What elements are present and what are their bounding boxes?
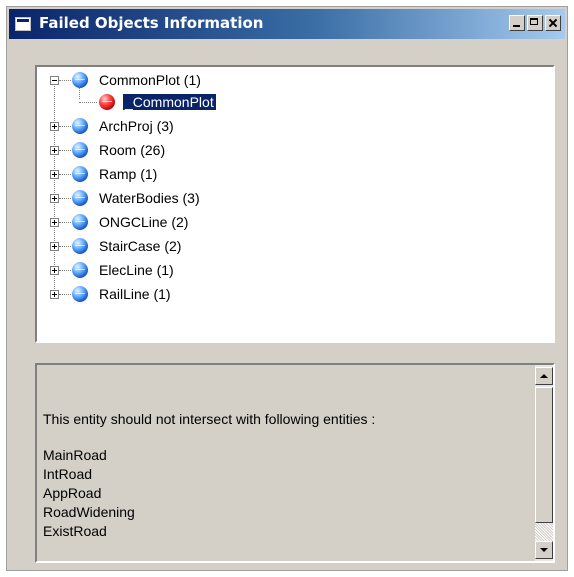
- maximize-button[interactable]: [527, 15, 543, 31]
- info-textarea[interactable]: This entity should not intersect with fo…: [35, 363, 555, 563]
- title-bar[interactable]: Failed Objects Information: [9, 9, 565, 39]
- tree-connector: [59, 198, 71, 199]
- tree-item-label: Room (26): [99, 142, 166, 158]
- tree-item-label: Ramp (1): [99, 166, 158, 182]
- tree-item-label: ElecLine (1): [99, 262, 174, 278]
- scroll-up-arrow-icon[interactable]: [535, 367, 553, 385]
- globe-icon: [72, 142, 88, 158]
- tree-connector: [59, 80, 71, 81]
- tree-item-label: StairCase (2): [99, 238, 182, 254]
- expand-toggle-icon[interactable]: [50, 266, 59, 275]
- entity-item: IntRoad: [43, 466, 93, 482]
- tree-connector: [59, 246, 71, 247]
- tree-connector-line: [79, 85, 80, 99]
- info-message: This entity should not intersect with fo…: [43, 411, 376, 427]
- expand-toggle-icon[interactable]: [50, 122, 59, 131]
- window-title: Failed Objects Information: [39, 14, 264, 32]
- tree-connector: [59, 294, 71, 295]
- globe-icon: [72, 214, 88, 230]
- collapse-toggle-icon[interactable]: [50, 76, 59, 85]
- entity-item: AppRoad: [43, 485, 102, 501]
- expand-toggle-icon[interactable]: [50, 290, 59, 299]
- tree-item-label: RailLine (1): [99, 286, 171, 302]
- tree-connector: [79, 102, 97, 103]
- entity-item: RoadWidening: [43, 504, 135, 520]
- tree-connector: [59, 126, 71, 127]
- vertical-scrollbar[interactable]: [535, 365, 553, 561]
- tree-connector: [59, 150, 71, 151]
- expand-toggle-icon[interactable]: [50, 218, 59, 227]
- object-tree[interactable]: CommonPlot (1) _CommonPlot ArchProj (3) …: [35, 65, 555, 343]
- globe-icon: [72, 238, 88, 254]
- close-button[interactable]: [545, 15, 561, 31]
- expand-toggle-icon[interactable]: [50, 194, 59, 203]
- tree-connector-line: [54, 81, 55, 297]
- globe-icon: [72, 166, 88, 182]
- tree-item-label: WaterBodies (3): [99, 190, 200, 206]
- tree-connector: [59, 174, 71, 175]
- expand-toggle-icon[interactable]: [50, 242, 59, 251]
- failed-objects-window: Failed Objects Information CommonPlot (1…: [6, 6, 568, 571]
- tree-item-label: ArchProj (3): [99, 118, 174, 134]
- expand-toggle-icon[interactable]: [50, 170, 59, 179]
- tree-connector: [59, 222, 71, 223]
- entity-item: MainRoad: [43, 447, 107, 463]
- globe-icon: [72, 72, 88, 88]
- tree-item-label: _CommonPlot: [122, 93, 217, 111]
- tree-connector: [59, 270, 71, 271]
- scroll-down-arrow-icon[interactable]: [535, 541, 553, 559]
- globe-icon: [72, 286, 88, 302]
- window-icon: [15, 17, 31, 31]
- expand-toggle-icon[interactable]: [50, 146, 59, 155]
- tree-item-label: ONGCLine (2): [99, 214, 189, 230]
- entity-item: ExistRoad: [43, 523, 107, 539]
- globe-icon: [72, 118, 88, 134]
- globe-icon: [72, 190, 88, 206]
- minimize-button[interactable]: [509, 15, 525, 31]
- scroll-track[interactable]: [535, 523, 553, 541]
- error-ball-icon: [99, 94, 115, 110]
- scroll-thumb[interactable]: [535, 387, 553, 523]
- globe-icon: [72, 262, 88, 278]
- tree-item-label: CommonPlot (1): [99, 72, 201, 88]
